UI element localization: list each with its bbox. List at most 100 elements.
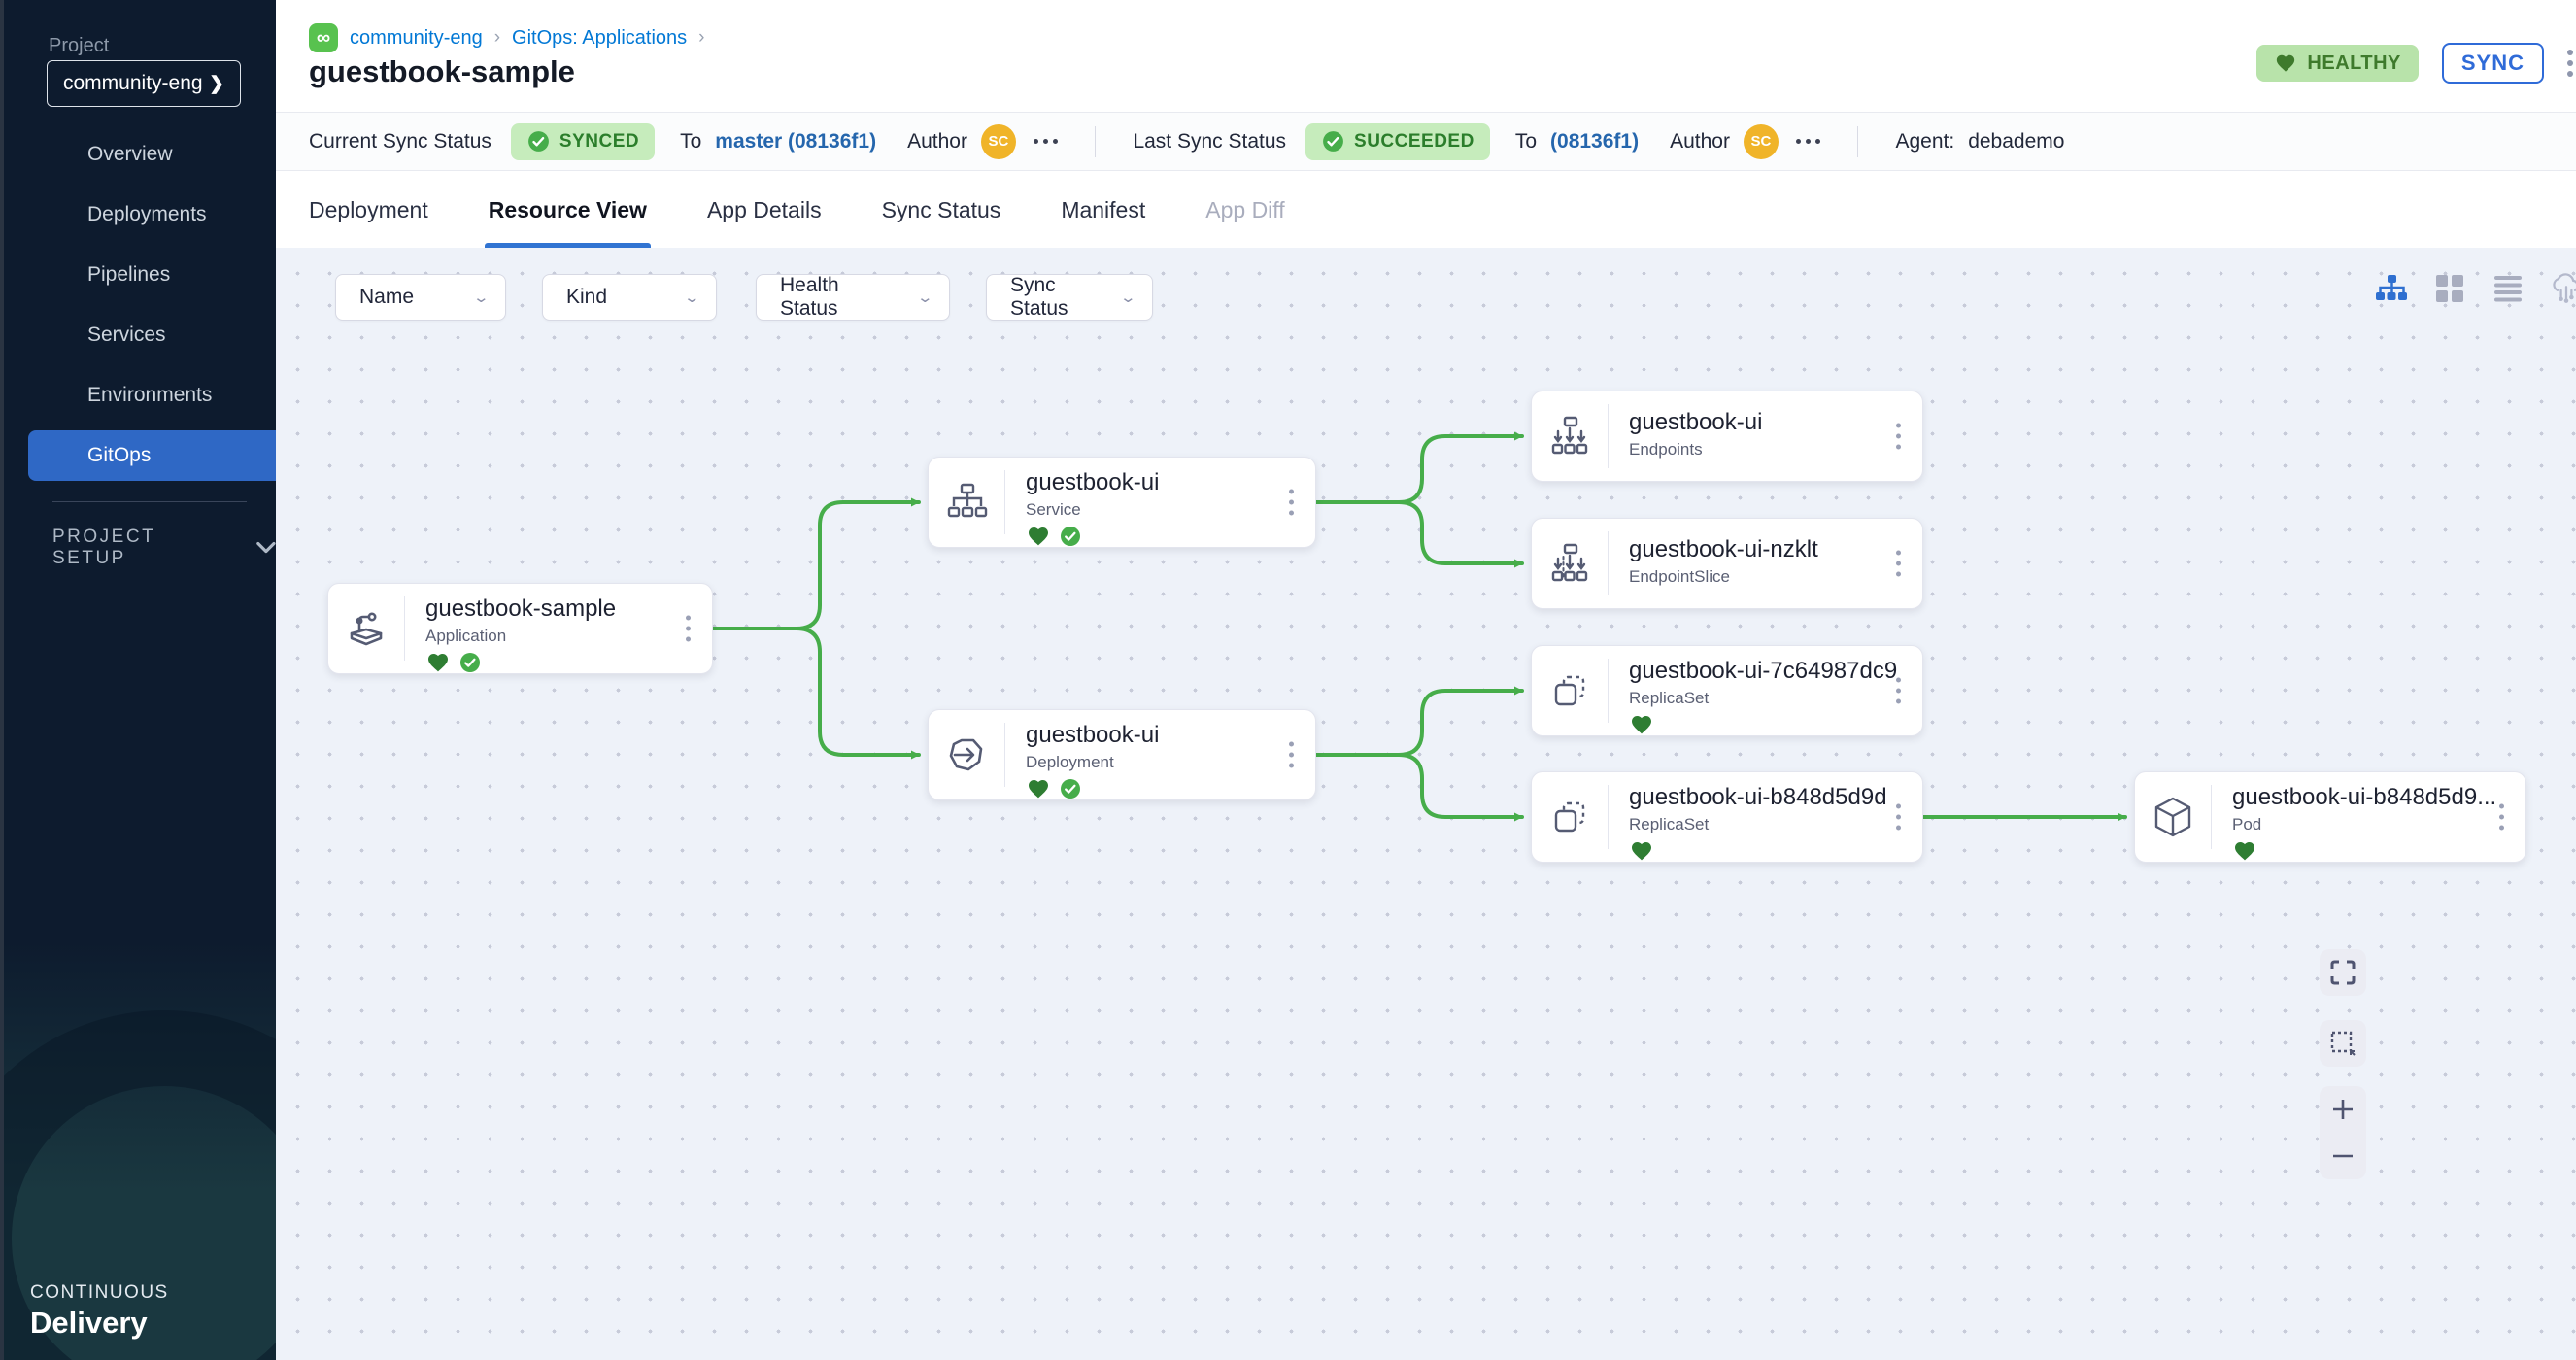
- project-setup-label: PROJECT SETUP: [52, 527, 218, 569]
- chevron-down-icon: ⌄: [1120, 289, 1137, 306]
- health-badge-label: HEALTHY: [2307, 52, 2400, 75]
- node-menu-icon[interactable]: [1283, 484, 1300, 522]
- node-status: [1629, 712, 1922, 737]
- commit-more-icon[interactable]: [1796, 139, 1820, 144]
- node-replicaset-guestbook-ui-7c64987dc9[interactable]: guestbook-ui-7c64987dc9 ReplicaSet: [1531, 645, 1923, 736]
- to-label: To: [1515, 130, 1537, 153]
- node-kind: Application: [425, 627, 712, 646]
- node-menu-icon[interactable]: [1890, 418, 1907, 456]
- agent-value: debademo: [1968, 130, 2064, 153]
- node-menu-icon[interactable]: [680, 610, 696, 648]
- sync-button[interactable]: SYNC: [2442, 43, 2544, 84]
- brand-lockup: CONTINUOUS Delivery: [30, 1282, 169, 1341]
- node-name: guestbook-ui-b848d5d9d: [1629, 784, 1922, 811]
- node-status: [2232, 838, 2525, 864]
- filter-health-status[interactable]: Health Status ⌄: [756, 274, 950, 321]
- cloud-network-icon[interactable]: [2549, 271, 2576, 306]
- succeeded-badge: SUCCEEDED: [1305, 123, 1490, 160]
- node-kind: Pod: [2232, 815, 2525, 834]
- healthy-heart-icon: [2232, 839, 2257, 863]
- filter-kind[interactable]: Kind ⌄: [542, 274, 717, 321]
- tab-manifest[interactable]: Manifest: [1061, 172, 1145, 248]
- zoom-out-button[interactable]: [2320, 1133, 2366, 1179]
- status-divider: [1095, 126, 1097, 157]
- more-options-icon[interactable]: [2567, 50, 2576, 77]
- node-deployment-guestbook-ui[interactable]: guestbook-ui Deployment: [928, 709, 1316, 800]
- project-setup-toggle[interactable]: PROJECT SETUP: [52, 527, 276, 569]
- selection-zoom-button[interactable]: [2320, 1020, 2366, 1067]
- node-application-guestbook-sample[interactable]: guestbook-sample Application: [327, 583, 713, 674]
- current-commit-link[interactable]: master (08136f1): [715, 130, 876, 153]
- breadcrumb-project-link[interactable]: community-eng: [350, 27, 483, 50]
- author-label: Author: [1670, 130, 1730, 153]
- filter-label: Sync Status: [1010, 274, 1104, 321]
- node-endpointslice-guestbook-ui-nzklt[interactable]: guestbook-ui-nzklt EndpointSlice: [1531, 518, 1923, 609]
- filter-sync-status[interactable]: Sync Status ⌄: [986, 274, 1153, 321]
- filter-label: Kind: [566, 286, 607, 309]
- succeeded-badge-label: SUCCEEDED: [1354, 131, 1474, 153]
- node-kind: ReplicaSet: [1629, 689, 1922, 708]
- commit-more-icon[interactable]: [1034, 139, 1058, 144]
- node-kind: Service: [1026, 500, 1315, 520]
- synced-check-icon: [1059, 525, 1082, 548]
- filter-label: Name: [359, 286, 414, 309]
- replicaset-icon: [1532, 646, 1608, 735]
- project-selector[interactable]: community-eng ❯: [47, 60, 241, 107]
- tab-deployment[interactable]: Deployment: [309, 172, 428, 248]
- node-status: [1026, 524, 1315, 549]
- tab-app-details[interactable]: App Details: [707, 172, 822, 248]
- node-name: guestbook-ui: [1026, 722, 1315, 749]
- sidebar-item-pipelines[interactable]: Pipelines: [4, 245, 276, 305]
- status-divider: [1857, 126, 1859, 157]
- synced-check-icon: [458, 651, 482, 674]
- healthy-heart-icon: [1629, 713, 1654, 736]
- author-avatar: SC: [1744, 124, 1779, 159]
- sidebar-item-environments[interactable]: Environments: [4, 365, 276, 425]
- node-endpoints-guestbook-ui[interactable]: guestbook-ui Endpoints: [1531, 391, 1923, 482]
- node-menu-icon[interactable]: [1283, 736, 1300, 774]
- chevron-down-icon: ⌄: [684, 289, 701, 306]
- node-replicaset-guestbook-ui-b848d5d9d[interactable]: guestbook-ui-b848d5d9d ReplicaSet: [1531, 771, 1923, 863]
- healthy-heart-icon: [1026, 777, 1051, 800]
- node-pod-guestbook-ui-b848d5d9[interactable]: guestbook-ui-b848d5d9... Pod: [2134, 771, 2526, 863]
- node-service-guestbook-ui[interactable]: guestbook-ui Service: [928, 457, 1316, 548]
- application-icon: [328, 584, 404, 673]
- node-name: guestbook-ui: [1629, 409, 1922, 436]
- node-status: [1026, 776, 1315, 801]
- last-commit-link[interactable]: (08136f1): [1550, 130, 1639, 153]
- health-status-badge: HEALTHY: [2256, 45, 2418, 82]
- synced-badge: SYNCED: [511, 123, 655, 160]
- breadcrumb-separator-icon: ›: [494, 27, 500, 49]
- sidebar-nav: Overview Deployments Pipelines Services …: [4, 124, 276, 486]
- zoom-in-button[interactable]: [2320, 1086, 2366, 1133]
- sidebar-item-gitops[interactable]: GitOps: [28, 430, 276, 481]
- breadcrumb-section-link[interactable]: GitOps: Applications: [512, 27, 687, 50]
- filter-label: Health Status: [780, 274, 901, 321]
- tab-sync-status[interactable]: Sync Status: [882, 172, 1001, 248]
- chevron-right-icon: ❯: [209, 73, 224, 95]
- healthy-heart-icon: [1629, 839, 1654, 863]
- node-status: [1629, 838, 1922, 864]
- author-avatar: SC: [981, 124, 1016, 159]
- grid-view-icon[interactable]: [2432, 271, 2467, 306]
- list-view-icon[interactable]: [2491, 271, 2525, 306]
- filter-name[interactable]: Name ⌄: [335, 274, 506, 321]
- main-area: ∞ community-eng › GitOps: Applications ›…: [276, 0, 2576, 1360]
- view-mode-switcher: [2374, 271, 2576, 306]
- pod-icon: [2135, 772, 2211, 862]
- agent-label: Agent:: [1895, 130, 1954, 153]
- sidebar-item-services[interactable]: Services: [4, 305, 276, 365]
- node-menu-icon[interactable]: [1890, 672, 1907, 710]
- fullscreen-button[interactable]: [2320, 949, 2366, 996]
- node-name: guestbook-sample: [425, 595, 712, 623]
- project-name: community-eng: [63, 72, 203, 95]
- node-menu-icon[interactable]: [2493, 799, 2510, 836]
- node-menu-icon[interactable]: [1890, 799, 1907, 836]
- node-kind: ReplicaSet: [1629, 815, 1922, 834]
- tree-view-icon[interactable]: [2374, 271, 2409, 306]
- sidebar-item-overview[interactable]: Overview: [4, 124, 276, 185]
- node-menu-icon[interactable]: [1890, 545, 1907, 583]
- tab-resource-view[interactable]: Resource View: [489, 172, 647, 248]
- resource-graph-canvas[interactable]: Name ⌄ Kind ⌄ Health Status ⌄ Sync Statu…: [276, 248, 2576, 1360]
- sidebar-item-deployments[interactable]: Deployments: [4, 185, 276, 245]
